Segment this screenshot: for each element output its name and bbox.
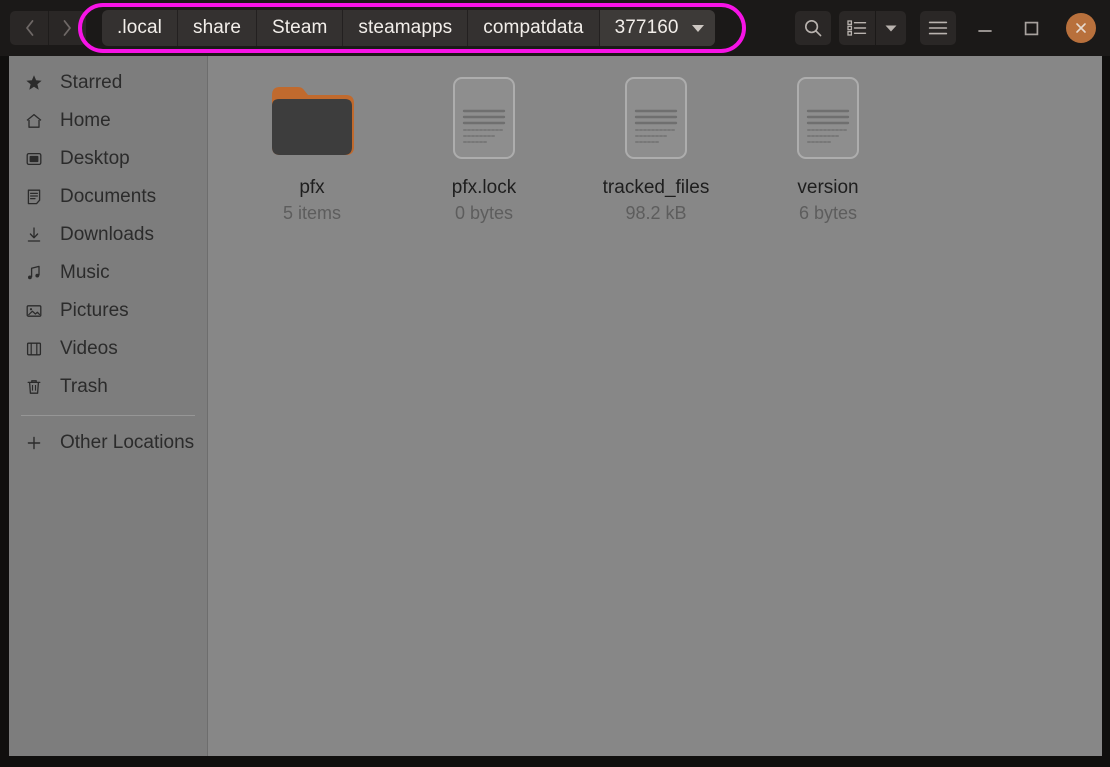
view-options-dropdown-button[interactable] bbox=[876, 11, 906, 45]
breadcrumb-item-compatdata[interactable]: compatdata bbox=[468, 10, 600, 46]
breadcrumb-item-share[interactable]: share bbox=[178, 10, 257, 46]
sidebar-item-label: Desktop bbox=[60, 148, 130, 169]
document-icon bbox=[452, 70, 516, 166]
back-button[interactable] bbox=[10, 11, 48, 45]
breadcrumb-label: 377160 bbox=[614, 17, 679, 38]
home-icon bbox=[25, 112, 49, 130]
list-view-icon bbox=[847, 20, 867, 36]
minimize-button[interactable] bbox=[968, 11, 1002, 45]
sidebar-item-music[interactable]: Music bbox=[9, 254, 207, 292]
file-item-pfx-lock[interactable]: pfx.lock 0 bytes bbox=[398, 68, 570, 224]
desktop-icon bbox=[25, 150, 49, 168]
close-icon bbox=[1076, 23, 1086, 33]
search-button[interactable] bbox=[795, 11, 831, 45]
sidebar-item-downloads[interactable]: Downloads bbox=[9, 216, 207, 254]
sidebar-item-label: Home bbox=[60, 110, 111, 131]
file-item-pfx[interactable]: pfx 5 items bbox=[226, 68, 398, 224]
header-tools bbox=[787, 11, 1100, 45]
chevron-down-icon bbox=[691, 24, 704, 32]
sidebar-divider bbox=[21, 415, 195, 416]
music-icon bbox=[25, 264, 49, 282]
documents-icon bbox=[25, 188, 49, 206]
chevron-right-icon bbox=[63, 20, 71, 36]
file-name: pfx.lock bbox=[451, 177, 517, 198]
file-grid: pfx 5 items pfx.lock 0 bytes tracked_fil… bbox=[208, 68, 1102, 224]
sidebar: Starred Home Desktop Documents Downloads… bbox=[9, 56, 208, 756]
breadcrumb-label: steamapps bbox=[358, 17, 453, 38]
hamburger-menu-icon bbox=[928, 21, 948, 35]
maximize-button[interactable] bbox=[1014, 11, 1048, 45]
breadcrumb: .local share Steam steamapps compatdata … bbox=[102, 10, 715, 46]
breadcrumb-item-local[interactable]: .local bbox=[102, 10, 178, 46]
document-icon bbox=[624, 70, 688, 166]
sidebar-item-label: Pictures bbox=[60, 300, 129, 321]
sidebar-item-other-locations[interactable]: Other Locations bbox=[9, 424, 207, 462]
breadcrumb-label: .local bbox=[117, 17, 162, 38]
navigation-button-group bbox=[10, 11, 86, 45]
document-icon bbox=[796, 70, 860, 166]
close-button[interactable] bbox=[1066, 13, 1096, 43]
sidebar-item-starred[interactable]: Starred bbox=[9, 64, 207, 102]
sidebar-item-label: Music bbox=[60, 262, 110, 283]
breadcrumb-item-steamapps[interactable]: steamapps bbox=[343, 10, 469, 46]
file-name: version bbox=[797, 177, 859, 198]
sidebar-item-desktop[interactable]: Desktop bbox=[9, 140, 207, 178]
file-manager-window: .local share Steam steamapps compatdata … bbox=[0, 0, 1110, 767]
sidebar-item-label: Videos bbox=[60, 338, 118, 359]
file-name: tracked_files bbox=[602, 177, 710, 198]
header-bar: .local share Steam steamapps compatdata … bbox=[0, 0, 1110, 56]
chevron-left-icon bbox=[25, 20, 33, 36]
breadcrumb-wrapper: .local share Steam steamapps compatdata … bbox=[102, 10, 715, 46]
file-meta: 0 bytes bbox=[454, 203, 514, 223]
sidebar-item-label: Other Locations bbox=[60, 432, 195, 453]
trash-icon bbox=[25, 378, 49, 396]
file-name: pfx bbox=[299, 177, 325, 198]
sidebar-item-label: Downloads bbox=[60, 224, 154, 245]
maximize-icon bbox=[1024, 21, 1038, 35]
pictures-icon bbox=[25, 302, 49, 320]
sidebar-item-trash[interactable]: Trash bbox=[9, 368, 207, 406]
breadcrumb-item-377160[interactable]: 377160 bbox=[599, 10, 715, 46]
file-view: pfx 5 items pfx.lock 0 bytes tracked_fil… bbox=[208, 56, 1102, 756]
star-icon bbox=[25, 74, 49, 92]
file-meta: 6 bytes bbox=[798, 203, 858, 223]
main-menu-button[interactable] bbox=[920, 11, 956, 45]
breadcrumb-label: compatdata bbox=[483, 17, 584, 38]
downloads-icon bbox=[25, 226, 49, 244]
videos-icon bbox=[25, 340, 49, 358]
minimize-icon bbox=[978, 30, 992, 32]
sidebar-item-label: Starred bbox=[60, 72, 123, 93]
search-icon bbox=[805, 20, 822, 37]
breadcrumb-label: share bbox=[192, 17, 241, 38]
file-meta: 5 items bbox=[282, 203, 342, 223]
file-item-tracked-files[interactable]: tracked_files 98.2 kB bbox=[570, 68, 742, 224]
file-item-version[interactable]: version 6 bytes bbox=[742, 68, 914, 224]
plus-icon bbox=[25, 434, 49, 452]
chevron-down-icon bbox=[885, 25, 897, 31]
sidebar-item-videos[interactable]: Videos bbox=[9, 330, 207, 368]
sidebar-item-pictures[interactable]: Pictures bbox=[9, 292, 207, 330]
breadcrumb-item-steam[interactable]: Steam bbox=[257, 10, 344, 46]
sidebar-item-documents[interactable]: Documents bbox=[9, 178, 207, 216]
sidebar-item-label: Trash bbox=[60, 376, 108, 397]
forward-button[interactable] bbox=[48, 11, 86, 45]
breadcrumb-label: Steam bbox=[272, 17, 328, 38]
sidebar-item-label: Documents bbox=[60, 186, 157, 207]
sidebar-item-home[interactable]: Home bbox=[9, 102, 207, 140]
view-options-button[interactable] bbox=[839, 11, 875, 45]
folder-icon bbox=[269, 70, 355, 166]
file-meta: 98.2 kB bbox=[625, 203, 687, 223]
window-body: Starred Home Desktop Documents Downloads… bbox=[9, 56, 1102, 756]
